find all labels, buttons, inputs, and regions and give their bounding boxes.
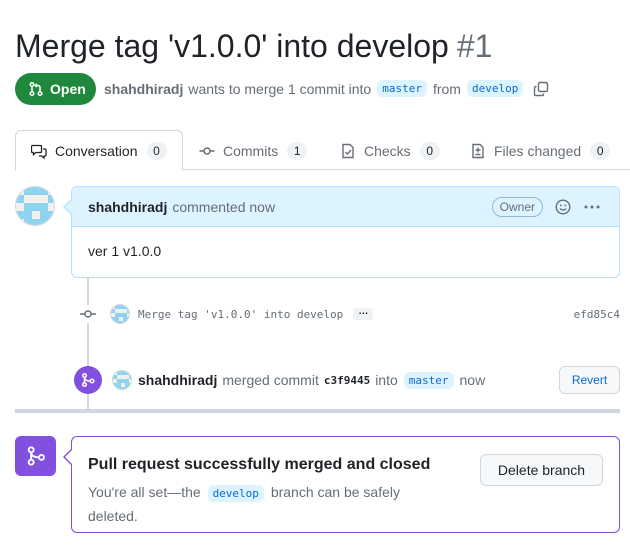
tab-commits[interactable]: Commits 1 [199,130,308,171]
pr-number: #1 [456,28,493,64]
git-pull-request-icon [29,81,43,97]
tab-conversation[interactable]: Conversation 0 [15,130,183,171]
merge-action: merged commit [222,372,319,388]
from-text: from [432,80,461,97]
merge-author[interactable]: shahdhiradj [138,372,217,388]
owner-badge: Owner [491,197,543,217]
revert-button[interactable]: Revert [559,366,620,394]
pr-summary-text: wants to merge 1 commit into [188,80,372,97]
pr-title: Merge tag 'v1.0.0' into develop [15,28,449,64]
base-branch-label[interactable]: master [377,80,427,97]
tab-checks-label: Checks [364,142,411,159]
commit-event: Merge tag 'v1.0.0' into develop … efd85c… [79,302,620,326]
git-merge-icon [74,366,102,394]
tab-commits-count: 1 [287,141,308,160]
merge-time: now [459,372,486,388]
commit-message-link[interactable]: Merge tag 'v1.0.0' into develop [138,308,343,321]
pr-state-label: Open [50,81,86,97]
commit-sha-link[interactable]: efd85c4 [574,308,620,321]
tab-commits-label: Commits [223,142,279,159]
git-commit-icon [79,305,97,323]
merged-status-description: You're all set—the develop branch can be… [88,481,418,527]
tab-files-changed[interactable]: Files changed 0 [470,130,611,171]
merge-target-branch[interactable]: master [403,371,454,389]
comment-discussion-icon [31,144,47,159]
git-commit-icon [199,146,215,155]
comment-box: shahdhiradj commented now Owner ver 1 v1… [63,186,620,278]
commit-author-avatar[interactable] [110,304,130,324]
head-branch-label[interactable]: develop [466,80,524,97]
pr-state-badge: Open [15,73,96,105]
merged-status-box: Pull request successfully merged and clo… [63,436,620,533]
comment-action: commented now [172,198,276,215]
expand-commit-button[interactable]: … [353,307,374,320]
checklist-icon [342,143,354,158]
merge-event-text: shahdhiradj merged commit c3f9445 into m… [138,371,486,389]
file-diff-icon [472,143,484,158]
tab-checks-count: 0 [419,141,440,160]
timeline-divider [15,409,620,413]
delete-branch-button[interactable]: Delete branch [480,454,603,486]
copy-icon[interactable] [533,81,549,97]
git-merge-icon [15,436,56,476]
merge-author-avatar[interactable] [112,370,132,390]
merged-desc-before: You're all set—the [88,484,201,500]
kebab-horizontal-icon[interactable] [583,199,601,215]
pr-author-link[interactable]: shahdhiradj [104,81,183,97]
merged-status-title: Pull request successfully merged and clo… [88,456,431,473]
merge-into-text: into [375,372,398,388]
pr-tabs: Conversation 0 Commits 1 Checks 0 Files … [15,130,630,171]
comment-body: ver 1 v1.0.0 [88,243,162,259]
tab-files-changed-label: Files changed [494,142,582,159]
merge-event: shahdhiradj merged commit c3f9445 into m… [74,364,620,396]
tab-checks[interactable]: Checks 0 [340,130,440,171]
tab-files-changed-count: 0 [590,141,611,160]
pr-title-heading: Merge tag 'v1.0.0' into develop #1 [15,28,492,65]
comment-author[interactable]: shahdhiradj [88,199,167,215]
merged-desc-branch[interactable]: develop [207,485,264,502]
merge-commit-sha-link[interactable]: c3f9445 [324,374,370,387]
pr-meta: shahdhiradj wants to merge 1 commit into… [104,80,549,97]
tab-conversation-count: 0 [146,141,167,160]
comment-author-avatar[interactable] [15,186,55,226]
comment-header: shahdhiradj commented now Owner [72,187,619,227]
tab-conversation-label: Conversation [55,142,138,159]
smiley-icon[interactable] [555,199,571,215]
